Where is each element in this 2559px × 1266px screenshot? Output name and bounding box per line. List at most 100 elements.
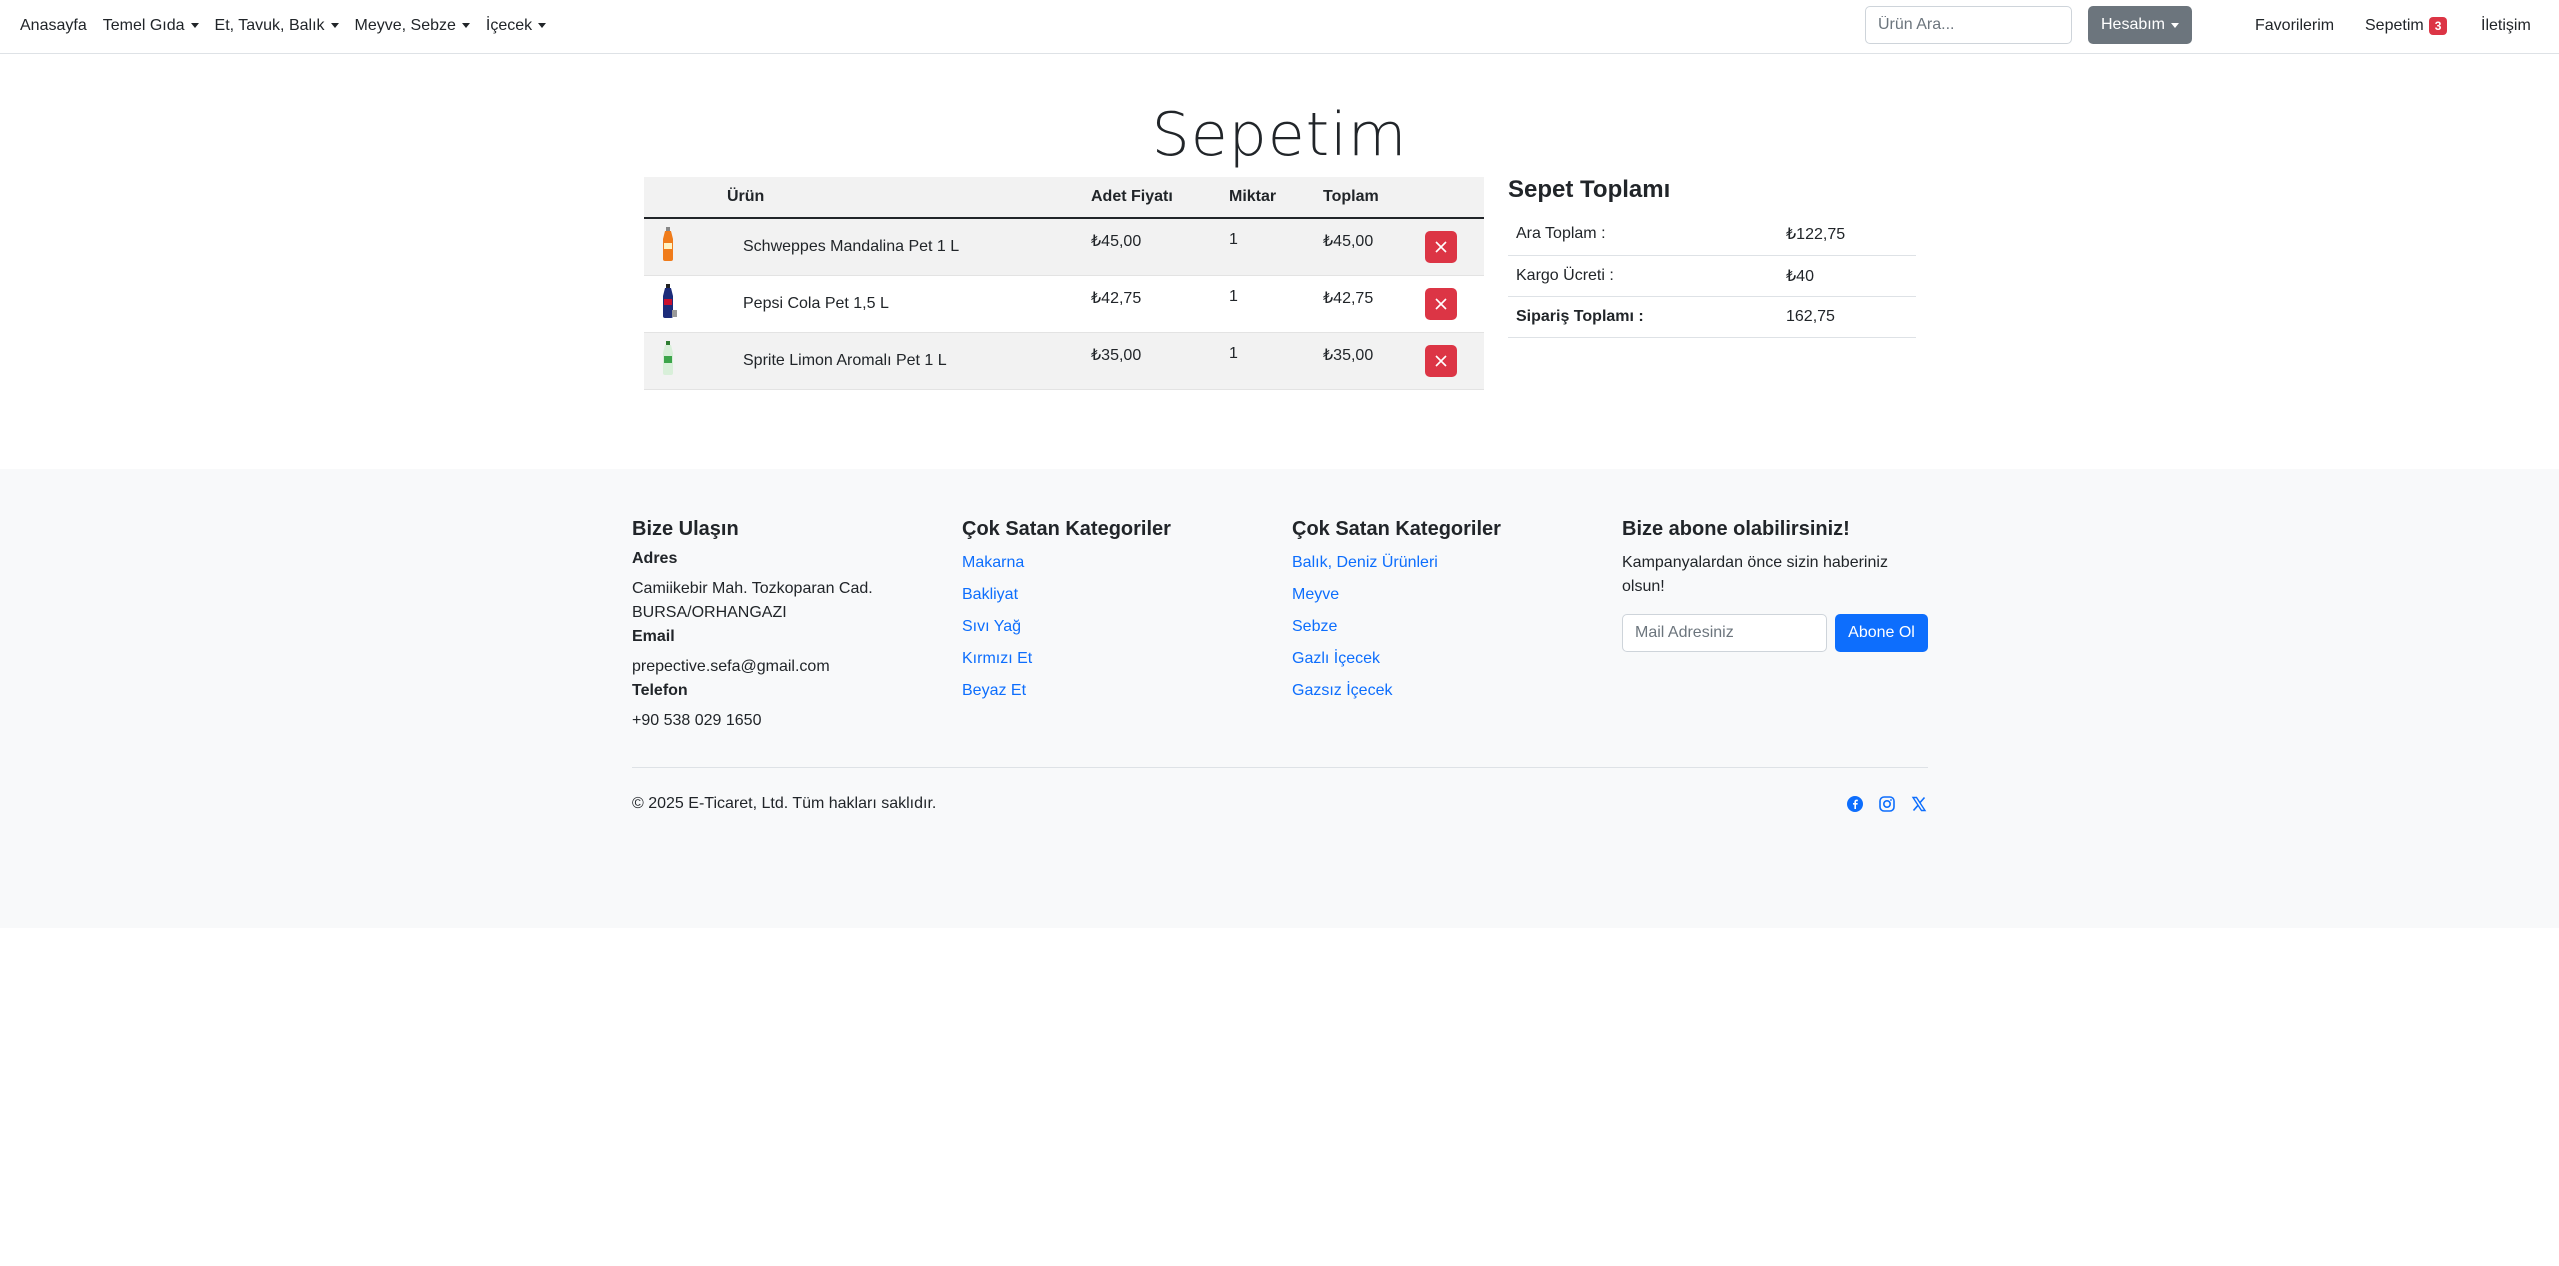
- product-image[interactable]: [644, 275, 727, 333]
- unit-price: ₺45,00: [1091, 218, 1229, 276]
- nav-menu-label: Temel Gıda: [102, 17, 185, 34]
- header-unit-price: Adet Fiyatı: [1091, 177, 1229, 219]
- email-value: prepective.sefa@gmail.com: [632, 658, 830, 675]
- instagram-icon[interactable]: [1878, 795, 1896, 813]
- close-icon: [1435, 297, 1447, 310]
- footer-link-sivi-yag[interactable]: Sıvı Yağ: [962, 615, 1171, 639]
- nav-menu-temel-gida[interactable]: Temel Gıda: [103, 17, 199, 35]
- footer-subscribe: Bize abone olabilirsiniz! Kampanyalardan…: [1622, 518, 1928, 599]
- social-links: [1846, 795, 1928, 813]
- phone-value: +90 538 029 1650: [632, 712, 762, 729]
- remove-item-button[interactable]: [1425, 230, 1457, 263]
- footer-link-bakliyat[interactable]: Bakliyat: [962, 583, 1171, 607]
- nav-menu-label: Meyve, Sebze: [354, 17, 456, 34]
- remove-cell: [1425, 218, 1484, 276]
- remove-item-button[interactable]: [1425, 287, 1457, 320]
- address-line1: Camiikebir Mah. Tozkoparan Cad.: [632, 580, 873, 597]
- nav-cart[interactable]: Sepetim 3: [2365, 0, 2448, 52]
- account-label: Hesabım: [2100, 16, 2166, 33]
- nav-menu-et-tavuk-balik[interactable]: Et, Tavuk, Balık: [215, 17, 339, 35]
- footer-contact-title: Bize Ulaşın: [632, 518, 739, 540]
- footer-link-gazsiz-icecek[interactable]: Gazsız İçecek: [1292, 679, 1501, 703]
- cart-row: Sprite Limon Aromalı Pet 1 L ₺35,00 1 ₺3…: [644, 332, 1484, 390]
- subscribe-text: Kampanyalardan önce sizin haberiniz olsu…: [1622, 554, 1888, 595]
- line-total: ₺42,75: [1323, 275, 1425, 333]
- close-icon: [1435, 241, 1447, 253]
- unit-price: ₺42,75: [1091, 275, 1229, 333]
- phone-label: Telefon: [632, 682, 688, 699]
- summary-row-subtotal: Ara Toplam : ₺122,75: [1508, 214, 1916, 256]
- product-name[interactable]: Schweppes Mandalina Pet 1 L: [727, 218, 1091, 276]
- product-name[interactable]: Sprite Limon Aromalı Pet 1 L: [727, 332, 1091, 390]
- product-image[interactable]: [644, 218, 727, 276]
- cart-row: Schweppes Mandalina Pet 1 L ₺45,00 1 ₺45…: [644, 218, 1484, 276]
- quantity: 1: [1229, 332, 1323, 390]
- footer-link-sebze[interactable]: Sebze: [1292, 615, 1501, 639]
- nav-cart-label: Sepetim: [2365, 17, 2424, 34]
- nav-favorites[interactable]: Favorilerim: [2255, 0, 2334, 52]
- address-line2: BURSA/ORHANGAZI: [632, 604, 787, 621]
- nav-menu-icecek[interactable]: İçecek: [486, 17, 547, 35]
- footer-link-balik[interactable]: Balık, Deniz Ürünleri: [1292, 551, 1501, 575]
- header-total: Toplam: [1323, 177, 1425, 219]
- cart-header-row: Ürün Adet Fiyatı Miktar Toplam: [644, 177, 1484, 219]
- footer-link-gazli-icecek[interactable]: Gazlı İçecek: [1292, 647, 1501, 671]
- navbar: Anasayfa Temel Gıda Et, Tavuk, Balık Mey…: [0, 0, 2559, 54]
- close-icon: [1435, 354, 1447, 367]
- subscribe-title: Bize abone olabilirsiniz!: [1622, 518, 1850, 540]
- footer-link-beyaz-et[interactable]: Beyaz Et: [962, 679, 1171, 703]
- copyright: © 2025 E-Ticaret, Ltd. Tüm hakları saklı…: [632, 795, 937, 812]
- bottle-icon: [663, 284, 677, 318]
- nav-contact[interactable]: İletişim: [2481, 0, 2531, 52]
- remove-item-button[interactable]: [1425, 344, 1457, 377]
- nav-left: Anasayfa Temel Gıda Et, Tavuk, Balık Mey…: [20, 0, 547, 52]
- quantity: 1: [1229, 275, 1323, 333]
- header-product: Ürün: [727, 177, 1091, 219]
- address-label: Adres: [632, 550, 678, 567]
- caret-down-icon: [330, 23, 339, 29]
- subtotal-label: Ara Toplam :: [1508, 214, 1778, 256]
- footer-link-kirmizi-et[interactable]: Kırmızı Et: [962, 647, 1171, 671]
- search-input[interactable]: [1865, 6, 2072, 44]
- footer-categories-title: Çok Satan Kategoriler: [962, 518, 1171, 540]
- footer-link-meyve[interactable]: Meyve: [1292, 583, 1501, 607]
- caret-down-icon: [461, 23, 470, 29]
- header-quantity: Miktar: [1229, 177, 1323, 219]
- footer-categories-1: Çok Satan Kategoriler Makarna Bakliyat S…: [962, 518, 1171, 711]
- x-icon[interactable]: [1910, 795, 1928, 813]
- subscribe-button[interactable]: Abone Ol: [1835, 614, 1928, 652]
- header-actions: [1425, 177, 1484, 219]
- cart-row: Pepsi Cola Pet 1,5 L ₺42,75 1 ₺42,75: [644, 275, 1484, 333]
- footer-divider: [632, 767, 1928, 768]
- bottle-icon: [663, 341, 673, 375]
- remove-cell: [1425, 275, 1484, 333]
- nav-menu-label: Et, Tavuk, Balık: [214, 17, 325, 34]
- footer-contact: Bize Ulaşın Adres Camiikebir Mah. Tozkop…: [632, 518, 873, 733]
- line-total: ₺45,00: [1323, 218, 1425, 276]
- nav-home[interactable]: Anasayfa: [20, 17, 87, 35]
- shipping-label: Kargo Ücreti :: [1508, 255, 1778, 297]
- caret-down-icon: [2171, 22, 2180, 28]
- facebook-icon[interactable]: [1846, 795, 1864, 813]
- summary-title: Sepet Toplamı: [1508, 176, 1671, 203]
- caret-down-icon: [190, 23, 199, 29]
- caret-down-icon: [538, 23, 547, 29]
- subscribe-email-input[interactable]: [1622, 614, 1827, 652]
- summary-row-total: Sipariş Toplamı : 162,75: [1508, 296, 1916, 338]
- unit-price: ₺35,00: [1091, 332, 1229, 390]
- subtotal-value: ₺122,75: [1778, 214, 1916, 256]
- order-total-value: 162,75: [1778, 296, 1916, 338]
- product-image[interactable]: [644, 332, 727, 390]
- footer-categories-title: Çok Satan Kategoriler: [1292, 518, 1501, 540]
- nav-menu-meyve-sebze[interactable]: Meyve, Sebze: [355, 17, 470, 35]
- summary-row-shipping: Kargo Ücreti : ₺40: [1508, 255, 1916, 297]
- email-label: Email: [632, 628, 675, 645]
- summary-table: Ara Toplam : ₺122,75 Kargo Ücreti : ₺40 …: [1508, 214, 1916, 338]
- quantity: 1: [1229, 218, 1323, 276]
- footer: [0, 469, 2559, 928]
- product-name[interactable]: Pepsi Cola Pet 1,5 L: [727, 275, 1091, 333]
- account-dropdown-button[interactable]: Hesabım: [2088, 6, 2192, 44]
- shipping-value: ₺40: [1778, 255, 1916, 297]
- order-total-label: Sipariş Toplamı :: [1508, 296, 1778, 338]
- footer-link-makarna[interactable]: Makarna: [962, 551, 1171, 575]
